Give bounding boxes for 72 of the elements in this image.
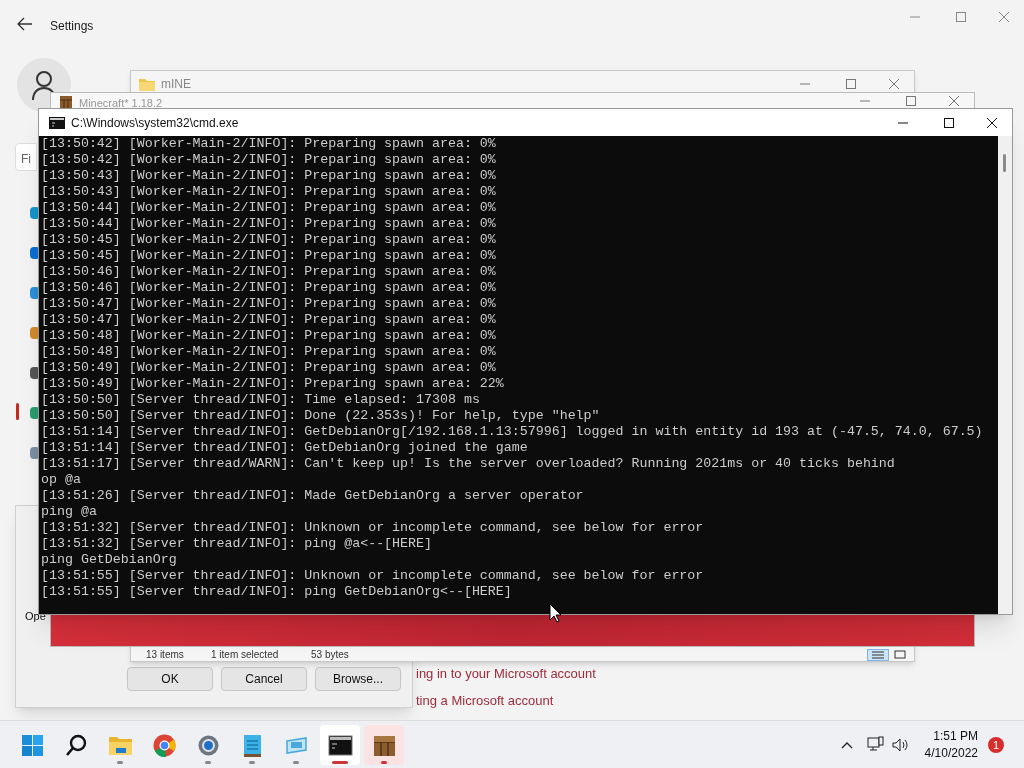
console-line: [13:50:46] [Worker-Main-2/INFO]: Preparing spawn area: 0% bbox=[41, 264, 497, 280]
console-line: [13:50:49] [Worker-Main-2/INFO]: Preparing spawn area: 22% bbox=[41, 376, 505, 392]
console-line: [13:50:49] [Worker-Main-2/INFO]: Preparing spawn area: 0% bbox=[41, 360, 497, 376]
crate-taskbar-button[interactable] bbox=[364, 725, 404, 765]
status-text: 1 item selected bbox=[211, 649, 279, 661]
details-view-icon[interactable] bbox=[871, 650, 885, 660]
clock-time[interactable]: 1:51 PM bbox=[933, 728, 978, 745]
console-line: [13:51:14] [Server thread/INFO]: GetDebianOrg[/192.168.1.13:57996] logged in with entity id 193 at (-47.5, 74.0, 67.5) bbox=[41, 424, 984, 440]
selection-indicator bbox=[16, 403, 19, 420]
console-line: [13:51:32] [Server thread/INFO]: Unknown or incomplete command, see below for error bbox=[41, 520, 705, 536]
running-indicator bbox=[249, 761, 255, 764]
running-indicator bbox=[332, 761, 348, 764]
search-icon bbox=[63, 732, 89, 758]
running-indicator bbox=[205, 761, 211, 764]
windows-logo-icon bbox=[19, 732, 45, 758]
back-arrow-icon[interactable] bbox=[17, 17, 33, 31]
running-indicator bbox=[293, 761, 299, 764]
scrollbar-thumb[interactable] bbox=[1003, 154, 1006, 172]
terminal-taskbar-button[interactable] bbox=[320, 725, 360, 765]
dialog-button[interactable]: OK bbox=[127, 667, 213, 691]
console-line: [13:51:55] [Server thread/INFO]: ping GetDebianOrg<--[HERE] bbox=[41, 584, 513, 600]
console-line: [13:50:50] [Server thread/INFO]: Time elapsed: 17308 ms bbox=[41, 392, 481, 408]
window-title: Settings bbox=[50, 18, 94, 35]
search-field[interactable]: Fi bbox=[15, 143, 37, 171]
console-line: ping @a bbox=[41, 504, 98, 520]
settings-link[interactable]: ting a Microsoft account bbox=[416, 691, 554, 711]
network-icon[interactable] bbox=[867, 736, 884, 753]
console-line: [13:50:50] [Server thread/INFO]: Done (22.353s)! For help, type "help" bbox=[41, 408, 601, 424]
console-line: op @a bbox=[41, 472, 82, 488]
terminal-icon bbox=[49, 116, 65, 129]
console-line: [13:50:48] [Worker-Main-2/INFO]: Preparing spawn area: 0% bbox=[41, 328, 497, 344]
terminal-icon bbox=[327, 732, 353, 758]
settings-link[interactable]: ing in to your Microsoft account bbox=[416, 664, 596, 684]
dialog-button[interactable]: Browse... bbox=[315, 667, 401, 691]
console-line: [13:50:45] [Worker-Main-2/INFO]: Preparing spawn area: 0% bbox=[41, 232, 497, 248]
scrollbar[interactable] bbox=[998, 136, 1012, 614]
maximize-icon[interactable] bbox=[943, 116, 955, 129]
dialog-button[interactable]: Cancel bbox=[221, 667, 307, 691]
console-line: [13:51:55] [Server thread/INFO]: Unknown or incomplete command, see below for error bbox=[41, 568, 705, 584]
console-line: [13:51:32] [Server thread/INFO]: ping @a<--[HERE] bbox=[41, 536, 433, 552]
console-line: [13:50:47] [Worker-Main-2/INFO]: Preparing spawn area: 0% bbox=[41, 312, 497, 328]
console-line: ping GetDebianOrg bbox=[41, 552, 178, 568]
close-icon[interactable] bbox=[986, 116, 998, 129]
console-line: [13:50:45] [Worker-Main-2/INFO]: Preparing spawn area: 0% bbox=[41, 248, 497, 264]
console-line: [13:50:44] [Worker-Main-2/INFO]: Preparing spawn area: 0% bbox=[41, 200, 497, 216]
console-line: [13:50:43] [Worker-Main-2/INFO]: Preparing spawn area: 0% bbox=[41, 184, 497, 200]
console-line: [13:50:42] [Worker-Main-2/INFO]: Preparing spawn area: 0% bbox=[41, 136, 497, 152]
status-text: 13 items bbox=[146, 649, 184, 661]
window-title: mINE bbox=[161, 76, 191, 93]
tiles-view-icon[interactable] bbox=[893, 650, 907, 660]
window-title: Minecraft* 1.18.2 bbox=[79, 96, 163, 110]
console-line: [13:51:26] [Server thread/INFO]: Made GetDebianOrg a server operator bbox=[41, 488, 585, 504]
window-title: C:\Windows\system32\cmd.exe bbox=[71, 114, 239, 132]
console-line: [13:50:43] [Worker-Main-2/INFO]: Preparing spawn area: 0% bbox=[41, 168, 497, 184]
console-line: [13:50:44] [Worker-Main-2/INFO]: Preparing spawn area: 0% bbox=[41, 216, 497, 232]
console-line: [13:50:47] [Worker-Main-2/INFO]: Preparing spawn area: 0% bbox=[41, 296, 497, 312]
running-indicator bbox=[381, 761, 387, 764]
notification-badge[interactable]: 1 bbox=[988, 737, 1004, 753]
chevron-up-icon[interactable] bbox=[841, 741, 853, 749]
running-indicator bbox=[117, 761, 123, 764]
console-line: [13:51:17] [Server thread/WARN]: Can't keep up! Is the server overloaded? Running 2021ms or 40 ticks behind bbox=[41, 456, 896, 472]
folder-icon bbox=[139, 77, 155, 91]
view-button[interactable] bbox=[867, 649, 889, 661]
console-line: [13:51:14] [Server thread/INFO]: GetDebianOrg joined the game bbox=[41, 440, 529, 456]
browser-icon bbox=[151, 732, 177, 758]
volume-icon[interactable] bbox=[892, 738, 909, 752]
clock-date[interactable]: 4/10/2022 bbox=[924, 745, 978, 762]
console-line: [13:50:48] [Worker-Main-2/INFO]: Preparing spawn area: 0% bbox=[41, 344, 497, 360]
crate-icon bbox=[59, 95, 73, 109]
console-line: [13:50:46] [Worker-Main-2/INFO]: Preparing spawn area: 0% bbox=[41, 280, 497, 296]
status-text: 53 bytes bbox=[311, 649, 349, 661]
console-line: [13:50:42] [Worker-Main-2/INFO]: Preparing spawn area: 0% bbox=[41, 152, 497, 168]
